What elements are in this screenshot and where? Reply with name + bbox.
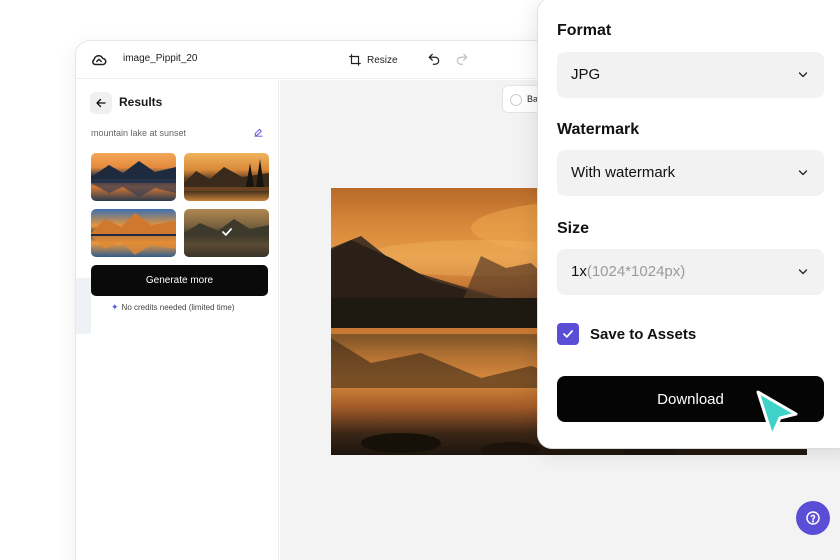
thumbnail-mountains	[184, 159, 269, 191]
format-label: Format	[557, 22, 612, 39]
result-thumbnail-3[interactable]	[91, 209, 176, 257]
format-value: JPG	[571, 66, 601, 83]
pointer-cursor-icon	[756, 390, 798, 438]
resize-button[interactable]: Resize	[348, 50, 398, 70]
background-chip-label: Ba	[527, 94, 539, 104]
size-value-detail: (1024*1024px)	[586, 263, 686, 280]
format-select[interactable]: JPG	[557, 52, 824, 98]
chevron-down-icon	[798, 170, 808, 176]
result-thumbnail-2[interactable]	[184, 153, 269, 201]
prompt-text: mountain lake at sunset	[91, 128, 187, 138]
chevron-down-icon	[798, 269, 808, 275]
results-sidebar: Results mountain lake at sunset Generate…	[76, 80, 279, 560]
cloud-logo-icon[interactable]	[90, 51, 108, 69]
checkmark-icon	[563, 330, 573, 338]
thumbnail-mountains	[91, 161, 176, 197]
credits-note: ✦ No credits needed (limited time)	[111, 302, 234, 313]
resize-icon	[349, 54, 361, 66]
pencil-icon[interactable]	[253, 127, 264, 138]
results-title: Results	[119, 95, 163, 109]
result-thumbnail-1[interactable]	[91, 153, 176, 201]
size-label: Size	[557, 220, 590, 237]
save-to-assets-checkbox[interactable]	[557, 323, 579, 345]
resize-label: Resize	[367, 54, 398, 66]
size-select[interactable]: 1x(1024*1024px)	[557, 249, 824, 295]
result-thumbnail-4-selected[interactable]	[184, 209, 269, 257]
size-value-main: 1x	[571, 263, 587, 280]
thumbnail-mountains	[91, 213, 176, 255]
size-value: 1x(1024*1024px)	[571, 263, 685, 280]
export-panel: Format JPG Watermark With watermark Size…	[538, 0, 840, 448]
save-to-assets-label[interactable]: Save to Assets	[590, 326, 696, 343]
help-button[interactable]	[796, 501, 830, 535]
watermark-value: With watermark	[571, 164, 676, 181]
question-mark-icon	[806, 511, 820, 525]
side-tab[interactable]	[76, 278, 91, 334]
sparkle-icon: ✦	[111, 302, 119, 312]
back-button[interactable]	[90, 92, 112, 114]
redo-icon[interactable]	[455, 52, 469, 66]
generate-more-button[interactable]: Generate more	[91, 265, 268, 296]
checkmark-icon	[222, 228, 232, 236]
background-swatch	[510, 94, 522, 106]
chevron-down-icon	[798, 72, 808, 78]
undo-icon[interactable]	[427, 52, 441, 66]
watermark-label: Watermark	[557, 121, 640, 138]
arrow-left-icon	[96, 98, 106, 108]
watermark-select[interactable]: With watermark	[557, 150, 824, 196]
file-name[interactable]: image_Pippit_20	[123, 53, 198, 64]
credits-note-text: No credits needed (limited time)	[121, 303, 235, 312]
